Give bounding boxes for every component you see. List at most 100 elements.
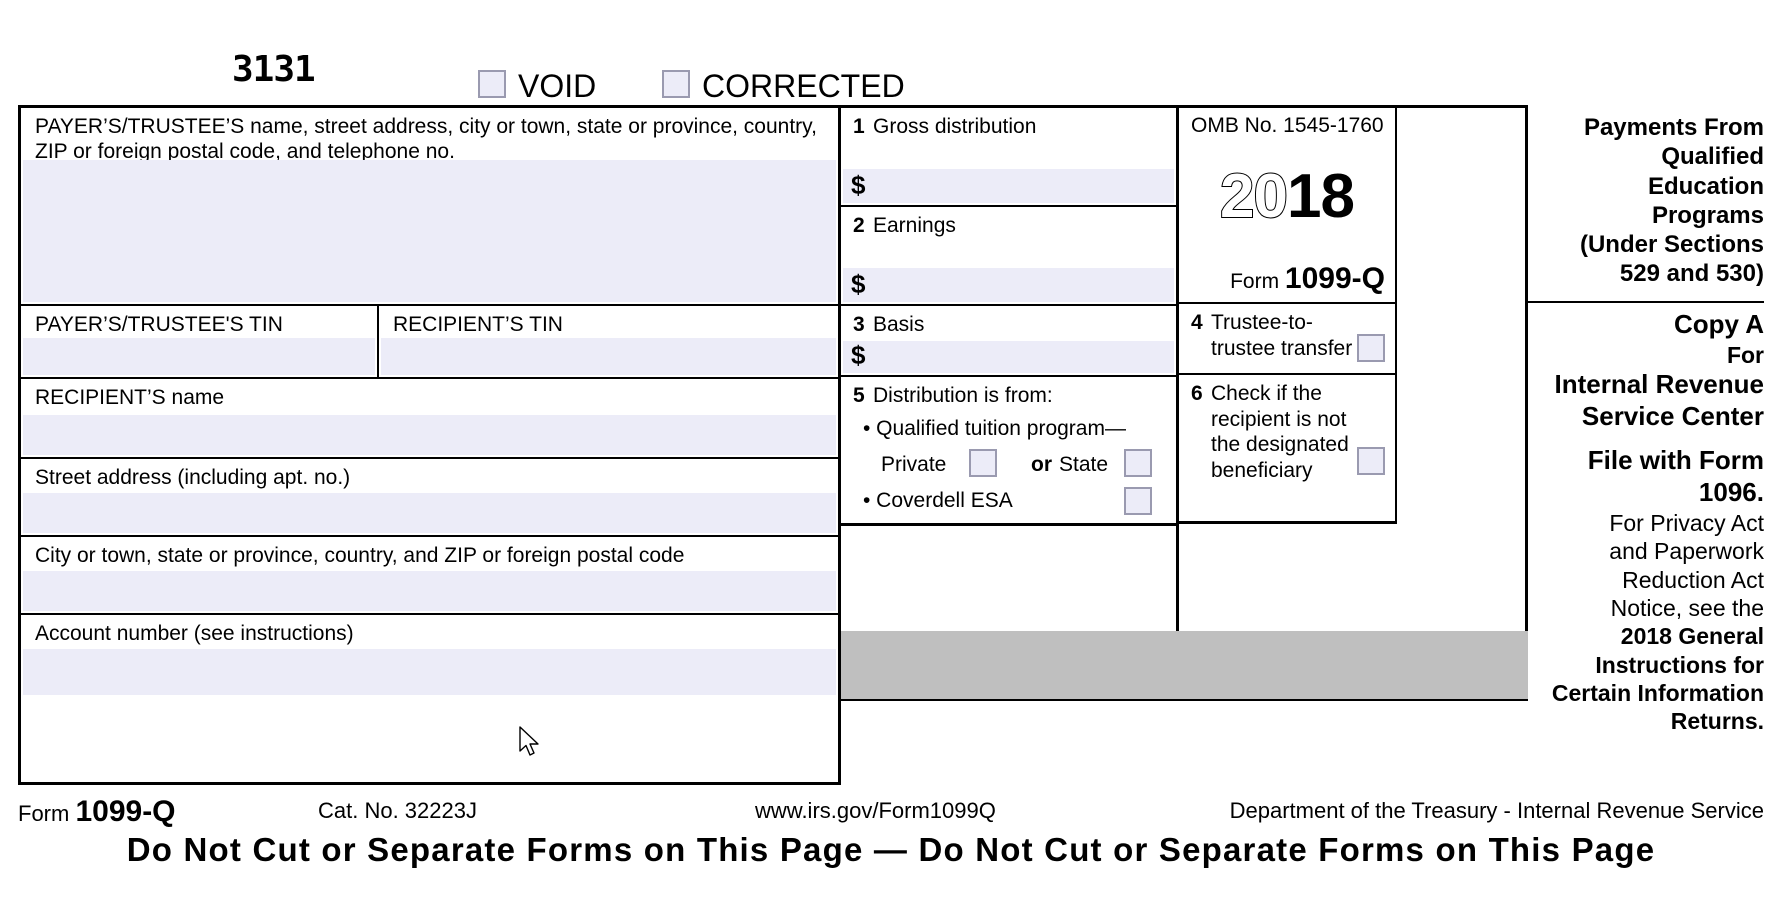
box-5-coverdell-checkbox[interactable] <box>1124 487 1152 515</box>
box-3-basis[interactable]: 3 Basis $ <box>841 306 1176 377</box>
box-5-number: 5 <box>853 384 865 407</box>
form-grid: PAYER’S/TRUSTEE’S name, street address, … <box>18 105 1528 785</box>
omb-year-block: OMB No. 1545-1760 2018 Form 1099-Q <box>1179 108 1397 304</box>
copy-a-column: Payments From Qualified Education Progra… <box>1528 105 1764 785</box>
footer-catalog-number: Cat. No. 32223J <box>318 798 477 823</box>
city-row[interactable]: City or town, state or province, country… <box>21 537 838 615</box>
payer-tin-input[interactable] <box>23 338 375 375</box>
footer-department: Department of the Treasury - Internal Re… <box>1229 798 1764 823</box>
copy-a-instructions: Copy A For Internal Revenue Service Cent… <box>1528 301 1764 783</box>
box-2-currency-symbol: $ <box>851 269 866 299</box>
footer-form-number: 1099-Q <box>75 795 176 828</box>
box-6-not-designated-beneficiary[interactable]: 6 Check if the recipient is not the desi… <box>1179 375 1397 524</box>
form-heading: Payments From Qualified Education Progra… <box>1528 105 1764 301</box>
payer-tin-caption: PAYER’S/TRUSTEE'S TIN <box>35 313 283 336</box>
box-3-number: 3 <box>853 313 865 336</box>
box-5-state-checkbox[interactable] <box>1124 449 1152 477</box>
box-5-state-label: State <box>1059 453 1109 476</box>
payer-name-caption: PAYER’S/TRUSTEE’S name, street address, … <box>35 115 817 163</box>
heading-line-1: Payments From <box>1583 114 1764 141</box>
form-code-number: 3131 <box>232 49 316 90</box>
copy-a-for: For <box>1726 341 1764 368</box>
tax-year-suffix: 18 <box>1287 162 1355 231</box>
copy-a-privacy-line4: Notice, see the <box>1610 594 1764 621</box>
copy-a-privacy-line2: and Paperwork <box>1609 538 1764 565</box>
account-number-caption: Account number (see instructions) <box>35 622 354 645</box>
footer-form-word: Form <box>18 801 70 826</box>
gray-separator-band <box>841 631 1528 701</box>
blank-band <box>841 701 1528 785</box>
copy-a-general-line1: 2018 General <box>1620 623 1764 650</box>
recipient-tin-input[interactable] <box>381 338 836 375</box>
heading-line-4: Programs <box>1651 201 1764 229</box>
copy-a-privacy-line3: Reduction Act <box>1622 566 1764 593</box>
street-address-row[interactable]: Street address (including apt. no.) <box>21 459 838 537</box>
heading-line-2: Qualified <box>1661 143 1764 171</box>
payer-recipient-column: PAYER’S/TRUSTEE’S name, street address, … <box>21 108 841 782</box>
copy-a-file-with: File with Form 1096. <box>1587 445 1764 508</box>
void-label: VOID <box>518 68 597 104</box>
box-1-amount-field[interactable]: $ <box>843 169 1174 203</box>
copy-a-general-line3: Certain Information <box>1551 679 1764 706</box>
heading-line-3: Education <box>1647 172 1764 200</box>
payer-tin-cell[interactable]: PAYER’S/TRUSTEE'S TIN <box>21 306 379 377</box>
tax-year-prefix: 20 <box>1219 162 1289 231</box>
recipient-name-row[interactable]: RECIPIENT’S name <box>21 379 838 459</box>
box-6-checkbox[interactable] <box>1357 447 1385 475</box>
copy-a-agency-line2: Service Center <box>1581 401 1764 432</box>
box-2-amount-field[interactable]: $ <box>843 268 1174 302</box>
heading-line-6: 529 and 530) <box>1619 260 1764 288</box>
box-4-checkbox[interactable] <box>1357 334 1385 362</box>
box-3-label: Basis <box>873 313 925 336</box>
omb-number: OMB No. 1545-1760 <box>1191 114 1384 137</box>
box-5-label: Distribution is from: <box>873 384 1053 407</box>
box-1-amount-input[interactable] <box>871 169 1174 203</box>
box-3-amount-field[interactable]: $ <box>843 340 1174 373</box>
box-5-qualified-tuition-bullet: • Qualified tuition program— <box>863 417 1126 440</box>
box-1-currency-symbol: $ <box>851 170 866 200</box>
copy-a-privacy-line1: For Privacy Act <box>1609 510 1764 537</box>
box-3-amount-input[interactable] <box>871 341 1174 373</box>
do-not-cut-notice: Do Not Cut or Separate Forms on This Pag… <box>126 831 1656 868</box>
void-checkbox[interactable] <box>478 70 506 98</box>
street-address-caption: Street address (including apt. no.) <box>35 466 351 489</box>
omb-form-number: 1099-Q <box>1284 262 1385 295</box>
corrected-label: CORRECTED <box>702 68 905 104</box>
box-1-label: Gross distribution <box>873 115 1037 138</box>
copy-a-agency-line1: Internal Revenue <box>1554 369 1764 400</box>
box-4-label: Trustee-to-trustee transfer <box>1211 311 1353 360</box>
account-number-input[interactable] <box>23 649 836 695</box>
street-address-input[interactable] <box>23 493 836 533</box>
box-2-label: Earnings <box>873 214 956 237</box>
recipient-name-input[interactable] <box>23 415 836 455</box>
box-4-number: 4 <box>1191 311 1203 334</box>
box-2-earnings[interactable]: 2 Earnings $ <box>841 207 1176 306</box>
footer: Form 1099-Q Cat. No. 32223J www.irs.gov/… <box>0 795 1782 829</box>
tin-row: PAYER’S/TRUSTEE'S TIN RECIPIENT’S TIN <box>21 306 838 379</box>
box-1-gross-distribution[interactable]: 1 Gross distribution $ <box>841 108 1176 207</box>
corrected-checkbox[interactable] <box>662 70 690 98</box>
box-6-number: 6 <box>1191 382 1203 405</box>
tax-year: 2018 <box>1179 165 1395 229</box>
city-input[interactable] <box>23 571 836 611</box>
box-5-private-checkbox[interactable] <box>969 449 997 477</box>
footer-form-label: Form 1099-Q <box>18 795 176 828</box>
recipient-tin-caption: RECIPIENT’S TIN <box>393 313 563 336</box>
box-5-distribution-source: 5 Distribution is from: • Qualified tuit… <box>841 377 1176 526</box>
footer-url[interactable]: www.irs.gov/Form1099Q <box>755 798 996 823</box>
copy-a-general-line4: Returns. <box>1670 708 1764 735</box>
copy-a-title: Copy A <box>1673 309 1764 339</box>
omb-form-line: Form 1099-Q <box>1179 262 1385 296</box>
box-1-number: 1 <box>853 115 865 138</box>
box-5-or-label: or <box>1031 453 1052 476</box>
payer-name-row[interactable]: PAYER’S/TRUSTEE’S name, street address, … <box>21 108 838 306</box>
box-4-trustee-transfer[interactable]: 4 Trustee-to-trustee transfer <box>1179 304 1397 375</box>
account-number-row[interactable]: Account number (see instructions) <box>21 615 838 783</box>
box-2-amount-input[interactable] <box>871 268 1174 302</box>
recipient-tin-cell[interactable]: RECIPIENT’S TIN <box>379 306 838 377</box>
omb-form-word: Form <box>1230 270 1280 293</box>
heading-line-5: (Under Sections <box>1579 231 1764 259</box>
payer-name-input[interactable] <box>23 160 836 302</box>
box-3-currency-symbol: $ <box>851 340 866 370</box>
box-6-label: Check if the recipient is not the design… <box>1211 382 1349 482</box>
